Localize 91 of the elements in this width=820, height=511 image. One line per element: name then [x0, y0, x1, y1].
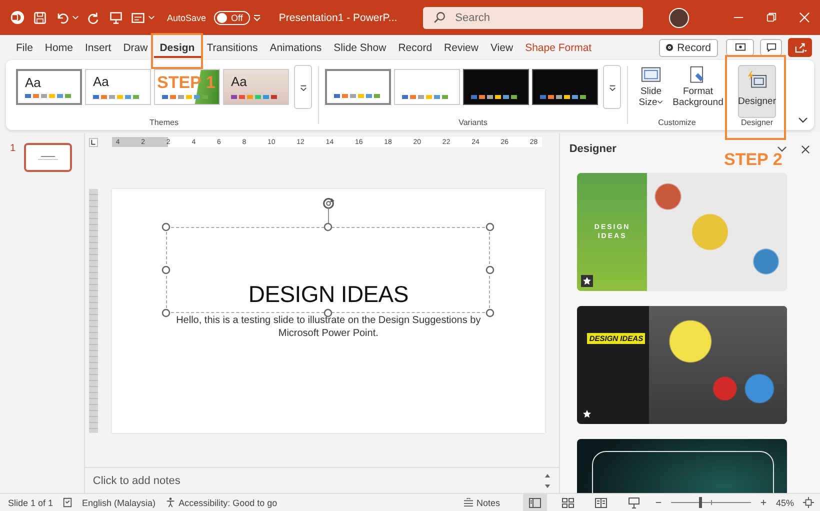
slide-subtitle[interactable]: Hello, this is a testing slide to illustrate on the Design Suggestions by Microsoft Power Point.	[163, 315, 494, 340]
comment-button[interactable]	[760, 39, 782, 56]
record-button[interactable]: Record	[659, 38, 718, 56]
pane-title: Designer	[569, 143, 616, 155]
color-swatches	[540, 95, 588, 99]
zoom-slider[interactable]	[670, 497, 751, 508]
normal-view-icon	[528, 498, 541, 508]
zoom-out-icon[interactable]	[654, 499, 662, 506]
annotation-label: STEP 2	[724, 150, 782, 170]
group-label: Variants	[458, 118, 488, 127]
variant-thumbnail[interactable]	[532, 69, 598, 105]
ribbon-tab[interactable]: Draw	[117, 38, 154, 58]
ribbon-tab[interactable]: File	[10, 38, 39, 58]
collapse-ribbon-icon[interactable]	[798, 116, 808, 124]
ribbon-tab[interactable]: Review	[438, 38, 484, 58]
group-label: Designer	[740, 118, 773, 127]
color-swatches	[471, 95, 519, 99]
camera-icon	[734, 42, 746, 53]
slide-size-icon	[640, 65, 662, 85]
ribbon-tab[interactable]: Design	[154, 38, 201, 58]
slide-title[interactable]: DESIGN IDEAS	[248, 281, 408, 308]
ribbon-tab[interactable]: Record	[392, 38, 438, 58]
star-icon	[581, 408, 594, 420]
normal-view-button[interactable]	[522, 494, 547, 511]
save-icon[interactable]	[33, 10, 47, 24]
theme-thumbnail[interactable]: Aa	[223, 69, 289, 105]
color-swatches	[402, 95, 450, 99]
designer-icon	[746, 70, 768, 90]
variant-thumbnail[interactable]	[463, 69, 529, 105]
color-swatches	[231, 95, 279, 99]
star-icon	[581, 275, 594, 287]
restore-icon[interactable]	[766, 12, 777, 23]
autosave-toggle[interactable]: Off	[214, 10, 250, 24]
rotate-handle-icon[interactable]	[320, 196, 336, 223]
ribbon-tab[interactable]: Home	[38, 38, 79, 58]
presentation-icon	[628, 496, 640, 508]
annotation-frame	[151, 33, 203, 69]
book-icon	[594, 498, 607, 508]
zoom-in-icon[interactable]	[760, 499, 767, 506]
notes-placeholder[interactable]: Click to add notes	[92, 474, 180, 486]
slide-number: 1	[10, 143, 16, 154]
customize-toolbar-icon[interactable]	[252, 14, 261, 22]
app-logo-icon[interactable]	[10, 10, 25, 25]
color-swatches	[334, 94, 382, 98]
scroll-arrows-icon[interactable]	[544, 472, 552, 490]
slide-count: Slide 1 of 1	[8, 498, 54, 508]
theme-thumbnail[interactable]: Aa	[16, 69, 82, 105]
spelling-icon[interactable]	[62, 497, 74, 508]
close-icon[interactable]	[801, 144, 810, 154]
caret-icon[interactable]	[777, 145, 787, 153]
search-icon	[433, 11, 446, 24]
variant-thumbnail[interactable]	[325, 69, 391, 105]
zoom-percentage[interactable]: 45%	[776, 498, 794, 508]
comment-icon	[766, 42, 776, 53]
ribbon-tab[interactable]: Insert	[78, 38, 118, 58]
ribbon-tab[interactable]: View	[484, 38, 520, 58]
accessibility-status[interactable]: Accessibility: Good to go	[178, 498, 278, 508]
more-icon	[608, 82, 616, 92]
ribbon-tab[interactable]: Shape Format	[519, 38, 598, 58]
color-swatches	[93, 95, 141, 99]
ribbon-tab[interactable]: Animations	[264, 38, 328, 58]
redo-icon[interactable]	[87, 10, 101, 24]
share-button[interactable]	[788, 38, 812, 57]
color-swatches	[25, 94, 73, 98]
ribbon-button[interactable]: Slide Size	[632, 65, 670, 109]
share-icon	[794, 42, 806, 53]
user-avatar[interactable]	[669, 8, 689, 28]
notes-button[interactable]: Notes	[463, 498, 500, 508]
grid-icon	[562, 498, 574, 508]
fit-to-window-icon[interactable]	[803, 497, 814, 508]
ribbon-button[interactable]: Format Background	[674, 65, 722, 109]
ribbon-tab[interactable]: Transitions	[200, 38, 264, 58]
form-icon[interactable]	[131, 10, 145, 24]
group-label: Themes	[150, 118, 178, 127]
presentation-icon[interactable]	[109, 10, 123, 24]
slide-thumbnail[interactable]	[24, 143, 72, 172]
undo-icon[interactable]	[55, 10, 69, 24]
group-label: Customize	[658, 118, 696, 127]
autosave-label: AutoSave	[167, 12, 206, 22]
search-field[interactable]: Search	[423, 6, 644, 28]
color-swatches	[162, 95, 210, 99]
accessibility-icon[interactable]	[164, 497, 176, 508]
tab-stop-icon[interactable]	[88, 138, 98, 146]
theme-thumbnail[interactable]: Aa	[85, 69, 151, 105]
document-title: Presentation1 - PowerP...	[278, 12, 398, 24]
notes-icon	[463, 498, 474, 507]
ribbon-tab[interactable]: Slide Show	[328, 38, 392, 58]
designer-button[interactable]: Designer	[738, 65, 776, 118]
more-icon	[300, 82, 306, 92]
language-status[interactable]: English (Malaysia)	[82, 498, 156, 508]
present-button[interactable]	[726, 39, 754, 56]
